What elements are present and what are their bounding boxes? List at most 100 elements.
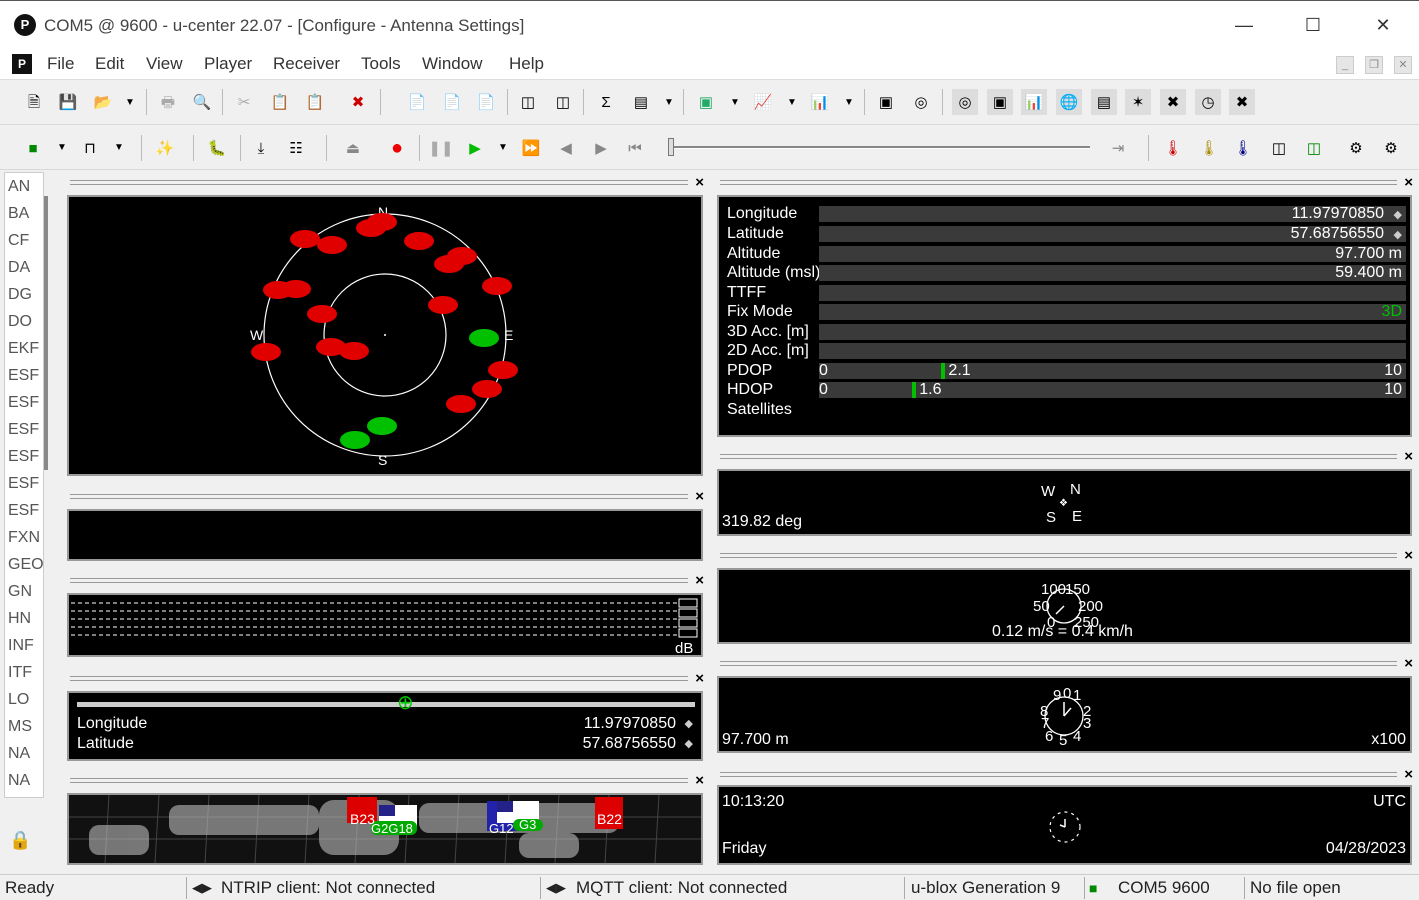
tree-item[interactable]: ESF [5, 362, 43, 389]
baudrate-icon[interactable]: ⊓ [77, 135, 103, 161]
close-icon[interactable]: × [695, 670, 704, 687]
cut-icon[interactable]: ✂ [231, 89, 257, 115]
open-folder-icon[interactable]: 📂 [90, 89, 116, 115]
status-mqtt[interactable]: MQTT client: Not connected [576, 877, 787, 899]
tree-item[interactable]: EKF [5, 335, 43, 362]
record-icon[interactable]: ● [384, 135, 410, 161]
message-tree[interactable]: AN BA CF DA DG DO EKF ESF ESF ESF ESF ES… [4, 172, 44, 798]
altimeter-canvas[interactable]: 9 0 1 8 2 7 3 6 5 4 97.700 m x100 [717, 676, 1412, 753]
player-slider[interactable] [668, 146, 1090, 149]
tree-item[interactable]: ESF [5, 389, 43, 416]
menu-tools[interactable]: Tools [361, 54, 401, 74]
status-ntrip[interactable]: NTRIP client: Not connected [221, 877, 435, 899]
close-icon[interactable]: × [695, 488, 704, 505]
chart-view-icon[interactable]: 📈 [750, 89, 776, 115]
close-icon[interactable]: × [1404, 547, 1413, 564]
connection-dropdown-icon[interactable]: ▼ [57, 142, 69, 153]
histogram-view-icon[interactable]: 📊 [807, 89, 833, 115]
lock-icon[interactable]: 🔒 [9, 830, 33, 854]
reset-icon[interactable]: ◫ [1266, 135, 1292, 161]
tree-item[interactable]: CF [5, 227, 43, 254]
speedometer-icon[interactable]: ✖ [1160, 89, 1186, 115]
gear-settings-icon[interactable]: ⚙ [1378, 135, 1404, 161]
sky-view-icon[interactable]: ◎ [908, 89, 934, 115]
tree-item[interactable]: ESF [5, 470, 43, 497]
connection-icon[interactable]: ■ [20, 135, 46, 161]
altimeter-icon[interactable]: ◷ [1195, 89, 1221, 115]
compass-icon[interactable]: ✶ [1125, 89, 1151, 115]
packet-console-icon[interactable]: ◫ [515, 89, 541, 115]
close-icon[interactable]: × [695, 772, 704, 789]
chart-dropdown-icon[interactable]: ▼ [787, 97, 799, 108]
tree-item[interactable]: LO [5, 686, 43, 713]
tree-item[interactable]: GN [5, 578, 43, 605]
tree-item[interactable]: NA [5, 767, 43, 794]
empty-view-canvas[interactable] [67, 509, 703, 561]
compass-canvas[interactable]: 319.82 deg W N S E ❖ [717, 469, 1412, 536]
open-dropdown-icon[interactable]: ▼ [125, 97, 137, 108]
menu-receiver[interactable]: Receiver [273, 54, 340, 74]
gear-icon[interactable]: ⚙ [1343, 135, 1369, 161]
signal-view-canvas[interactable]: dB [67, 593, 703, 657]
text-console-icon[interactable]: 📄 [439, 89, 465, 115]
close-button[interactable]: ✕ [1361, 9, 1405, 41]
mdi-restore-button[interactable]: ❐ [1365, 56, 1383, 74]
data-view-canvas[interactable]: Longitude 11.97970850 ◆ Latitude 57.6875… [717, 195, 1412, 437]
tree-item[interactable]: ESF [5, 416, 43, 443]
warm-start-icon[interactable]: 🌡 [1196, 135, 1222, 161]
poll-icon[interactable]: ⤓ [248, 135, 274, 161]
paste-icon[interactable]: 📋 [302, 89, 328, 115]
clock-canvas[interactable]: 10:13:20 UTC Friday 04/28/2023 [717, 785, 1412, 865]
tree-item[interactable]: ESF [5, 443, 43, 470]
step-back-icon[interactable]: ◀ [553, 135, 579, 161]
menu-player[interactable]: Player [204, 54, 252, 74]
tree-item[interactable]: GEO [5, 551, 43, 578]
menu-edit[interactable]: Edit [95, 54, 124, 74]
signal-history-icon[interactable]: 📊 [1021, 89, 1047, 115]
close-icon[interactable]: × [1404, 448, 1413, 465]
close-icon[interactable]: × [1404, 655, 1413, 672]
play-icon[interactable]: ▶ [462, 135, 488, 161]
settings-icon[interactable]: ☷ [283, 135, 309, 161]
menu-file[interactable]: File [47, 54, 74, 74]
tree-item[interactable]: FXN [5, 524, 43, 551]
close-icon[interactable]: × [695, 174, 704, 191]
print-preview-icon[interactable]: 🔍 [189, 89, 215, 115]
pause-icon[interactable]: ❚❚ [428, 135, 454, 161]
reset-config-icon[interactable]: ◫ [1301, 135, 1327, 161]
print-icon[interactable]: 🖶 [155, 89, 181, 115]
tree-item[interactable]: NA [5, 740, 43, 767]
deviation-strip-canvas[interactable]: ⊕ Longitude Latitude 11.97970850 57.6875… [67, 691, 703, 761]
clock-icon[interactable]: ✖ [1229, 89, 1255, 115]
disconnect-icon[interactable]: ✖ [345, 89, 371, 115]
table-dropdown-icon[interactable]: ▼ [664, 97, 676, 108]
data-view-icon[interactable]: ▤ [1091, 89, 1117, 115]
camera-view-icon[interactable]: ▣ [873, 89, 899, 115]
baudrate-dropdown-icon[interactable]: ▼ [114, 142, 126, 153]
sky-tracker-icon[interactable]: ▣ [987, 89, 1013, 115]
world-map-canvas[interactable]: B23 G2G18 G12 G3 B22 [67, 793, 703, 865]
step-forward-icon[interactable]: ▶ [588, 135, 614, 161]
tree-scrollbar[interactable] [44, 196, 48, 470]
binary-console-icon[interactable]: 📄 [473, 89, 499, 115]
save-icon[interactable]: 💾 [55, 89, 81, 115]
tree-item[interactable]: BA [5, 200, 43, 227]
copy-icon[interactable]: 📋 [267, 89, 293, 115]
deviation-map-icon[interactable]: ◎ [952, 89, 978, 115]
rewind-start-icon[interactable]: ⏮ [622, 135, 648, 161]
close-icon[interactable]: × [1404, 174, 1413, 191]
play-dropdown-icon[interactable]: ▼ [498, 142, 510, 153]
map-dropdown-icon[interactable]: ▼ [730, 97, 742, 108]
mdi-child-logo-icon[interactable]: P [12, 54, 32, 74]
tree-item[interactable]: AN [5, 173, 43, 200]
tree-item[interactable]: ESF [5, 497, 43, 524]
menu-help[interactable]: Help [509, 54, 544, 74]
menu-view[interactable]: View [146, 54, 183, 74]
histogram-dropdown-icon[interactable]: ▼ [844, 97, 856, 108]
close-icon[interactable]: × [695, 572, 704, 589]
close-icon[interactable]: × [1404, 766, 1413, 783]
maximize-button[interactable]: ☐ [1291, 9, 1335, 41]
mdi-close-button[interactable]: ✕ [1394, 56, 1412, 74]
eject-icon[interactable]: ⏏ [340, 135, 366, 161]
minimize-button[interactable]: — [1222, 9, 1266, 41]
